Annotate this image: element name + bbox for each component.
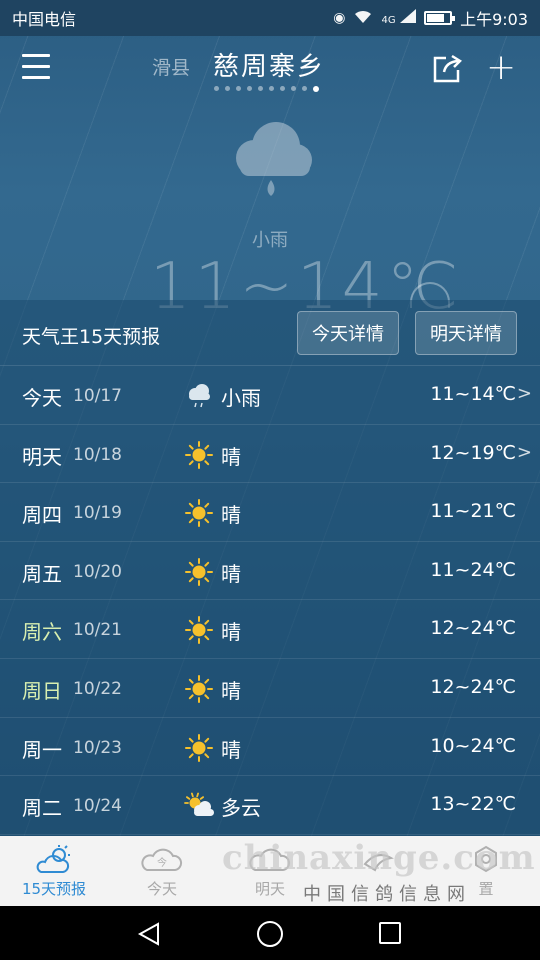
sun-icon [184, 499, 214, 528]
carrier-label: 中国电信 [12, 10, 77, 29]
watermark-subtext: 中国信鸽信息网 [303, 884, 471, 905]
tab-label: 今天 [146, 880, 177, 898]
page-dot [247, 86, 252, 91]
current-description: 小雨 [252, 230, 288, 251]
chevron-right-icon: > [516, 441, 532, 463]
forecast-weather: 晴 [221, 561, 241, 586]
forecast-date: 10/24 [73, 796, 122, 817]
page-dot [280, 86, 285, 91]
forecast-day: 周五 [22, 561, 62, 586]
forecast-date: 10/21 [73, 620, 122, 641]
forecast-day: 明天 [22, 444, 62, 469]
forecast-row: 周四 10/19 晴 11~21℃ [0, 483, 540, 542]
cloud-today-icon: 今 [141, 844, 183, 876]
forecast-day: 周一 [22, 737, 62, 762]
forecast-weather: 小雨 [221, 386, 261, 410]
cloud-sun-icon [33, 844, 75, 876]
share-icon[interactable] [432, 54, 464, 84]
city-title: 慈周寨乡 [213, 52, 326, 82]
chevron-right-icon: > [516, 383, 532, 404]
cloud-rain-icon [184, 382, 214, 410]
tab-label: 置 [478, 880, 494, 898]
sun-icon [184, 674, 214, 703]
forecast-row: 周二 10/24 多云 13~22℃ [0, 776, 540, 835]
page-dot [269, 86, 274, 91]
forecast-weather: 晴 [221, 678, 241, 703]
page-dot [236, 86, 241, 91]
forecast-day: 周二 [22, 796, 62, 821]
forecast-date: 10/17 [73, 386, 122, 406]
page-dot [214, 86, 219, 91]
svg-text:今: 今 [157, 856, 167, 869]
forecast-header: 天气王15天预报 今天详情 明天详情 [0, 300, 540, 366]
watermark-text: chinaxinge.com [222, 838, 536, 878]
page-indicator [214, 85, 319, 92]
forecast-weather: 多云 [221, 796, 261, 821]
forecast-row[interactable]: 今天 10/17 小雨 11~14℃ > [0, 366, 540, 425]
forecast-title: 天气王15天预报 [22, 326, 161, 348]
tab-label: 15天预报 [21, 880, 87, 898]
forecast-date: 10/19 [73, 503, 122, 524]
cloud-rain-large-icon [236, 122, 312, 196]
status-bar: 中国电信 ◉ 4G 上午9:03 [0, 0, 540, 36]
tomorrow-details-button[interactable]: 明天详情 [415, 311, 517, 355]
forecast-weather: 晴 [221, 444, 241, 469]
forecast-temp: 11~14℃ [430, 383, 516, 405]
sun-icon [184, 733, 214, 762]
clock-label: 上午9:03 [460, 10, 528, 29]
recent-apps-icon[interactable] [379, 922, 401, 944]
forecast-temp: 11~21℃ [430, 500, 516, 523]
forecast-weather: 晴 [221, 737, 241, 762]
forecast-weather: 晴 [221, 503, 241, 528]
page-dot [313, 85, 319, 92]
page-dot [258, 86, 263, 91]
forecast-row: 周日 10/22 晴 12~24℃ [0, 659, 540, 718]
system-nav-bar [0, 906, 540, 960]
forecast-day: 周四 [22, 503, 62, 528]
today-details-button[interactable]: 今天详情 [297, 311, 399, 355]
app-header: 滑县 慈周寨乡 + [0, 36, 540, 100]
status-icons: ◉ 4G 上午9:03 [333, 6, 528, 30]
forecast-row: 周一 10/23 晴 10~24℃ [0, 718, 540, 777]
forecast-row[interactable]: 明天 10/18 晴 12~19℃ > [0, 425, 540, 484]
forecast-date: 10/23 [73, 737, 122, 758]
previous-city-label[interactable]: 滑县 [152, 53, 190, 80]
battery-icon [424, 11, 456, 25]
forecast-day: 周日 [22, 678, 62, 703]
forecast-day: 今天 [22, 386, 62, 410]
forecast-row: 周五 10/20 晴 11~24℃ [0, 542, 540, 601]
forecast-date: 10/22 [73, 678, 122, 699]
tab-today[interactable]: 今 今天 [108, 836, 216, 906]
forecast-row: 周六 10/21 晴 12~24℃ [0, 600, 540, 659]
wifi-icon [353, 8, 373, 28]
forecast-temp: 13~22℃ [430, 793, 516, 816]
page-dot [291, 86, 296, 91]
tab-forecast[interactable]: 15天预报 [0, 836, 108, 906]
signal-icon: 4G [381, 9, 417, 27]
eye-icon: ◉ [333, 10, 346, 26]
page-dot [302, 86, 307, 91]
sun-icon [184, 616, 214, 645]
tab-label: 明天 [254, 880, 285, 898]
home-icon[interactable] [257, 921, 283, 947]
back-icon[interactable] [136, 921, 162, 947]
forecast-day: 周六 [22, 620, 62, 645]
sun-icon [184, 440, 214, 469]
sun-icon [184, 557, 214, 586]
menu-icon[interactable] [22, 54, 50, 80]
forecast-weather: 晴 [221, 620, 241, 645]
forecast-date: 10/18 [73, 444, 122, 465]
forecast-list: 今天 10/17 小雨 11~14℃ > 明天 10/18 晴 12~19℃ >… [0, 366, 540, 835]
forecast-temp: 12~24℃ [430, 675, 516, 698]
forecast-temp: 10~24℃ [430, 734, 516, 757]
partly-cloudy-icon [184, 792, 214, 820]
forecast-date: 10/20 [73, 561, 122, 582]
forecast-temp: 11~24℃ [430, 558, 516, 581]
forecast-panel: 天气王15天预报 今天详情 明天详情 今天 10/17 小雨 11~14℃ > … [0, 300, 540, 836]
forecast-temp: 12~19℃ [430, 441, 516, 464]
forecast-temp: 12~24℃ [430, 617, 516, 640]
page-dot [225, 86, 230, 91]
add-city-icon[interactable]: + [486, 50, 516, 86]
